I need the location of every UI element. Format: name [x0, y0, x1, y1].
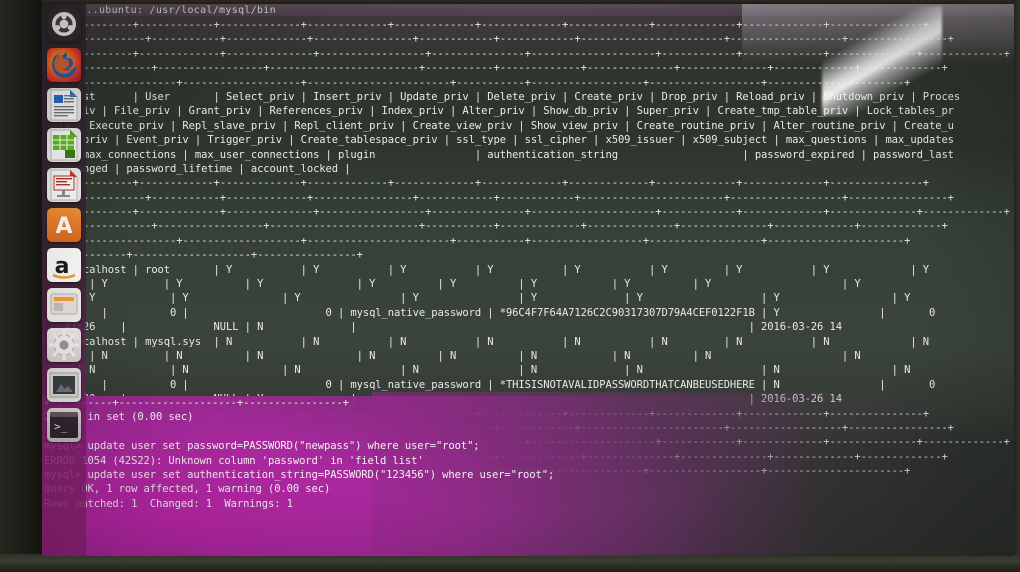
monitor-bezel-bottom — [0, 554, 1020, 572]
monitor-screen: ...ubuntu: /usr/local/mysql/bin +-------… — [42, 4, 1014, 556]
terminal-line: | 0 | 0 | mysql_native_password | *96C4F… — [58, 306, 936, 319]
terminal-line: +-------------+-----------+-------------… — [58, 191, 954, 204]
libreoffice-writer-icon[interactable] — [47, 88, 81, 122]
photograph-of-monitor: ...ubuntu: /usr/local/mysql/bin +-------… — [0, 0, 1020, 572]
firefox-icon[interactable] — [47, 48, 81, 82]
terminal-line: _changed | password_lifetime | account_l… — [58, 162, 351, 175]
terminal-line: | localhost | mysql.sys | N | N | N | N … — [58, 335, 930, 348]
terminal-line: +-----------+-------------+-------------… — [58, 436, 1010, 449]
terminal-line: | N | N | N | N | N | N | N | N | N — [58, 349, 861, 362]
terminal-line: +-----------+------------+-------------+… — [58, 407, 930, 420]
terminal-line: +--------------+-----------------+------… — [58, 450, 948, 463]
ubuntu-launcher[interactable]: A a >_ — [42, 4, 86, 556]
terminal-icon[interactable]: >_ — [47, 408, 81, 442]
ubuntu-software-icon[interactable]: A — [47, 208, 81, 242]
terminal-line: :47:26 | NULL | N | | 2016-03-26 14 — [58, 321, 842, 334]
terminal-line: +-----------+-------------+-------------… — [58, 206, 1010, 219]
terminal-output[interactable]: +-----------+------------+-------------+… — [56, 16, 1014, 556]
svg-text:>_: >_ — [54, 420, 68, 433]
terminal-line: | 0 | 0 | mysql_native_password | *THISI… — [58, 378, 936, 391]
ubuntu-dash-icon[interactable] — [47, 8, 81, 42]
terminal-line: ser_priv | Event_priv | Trigger_priv | C… — [58, 134, 954, 147]
svg-text:A: A — [55, 214, 72, 239]
terminal-line: +--------------+-----------------+------… — [58, 62, 948, 75]
terminal-line: | Host | User | Select_priv | Insert_pri… — [58, 90, 961, 103]
terminal-line: +-----------+------------+-------------+… — [58, 177, 930, 190]
monitor-bezel-left — [0, 0, 42, 572]
help-icon[interactable] — [47, 288, 81, 322]
terminal-line: | N | N | N | N | N | N | N | N — [58, 364, 911, 377]
terminal-line: +------------------+-------------------+… — [58, 465, 911, 478]
terminal-line: s_priv | File_priv | Grant_priv | Refere… — [58, 105, 954, 118]
terminal-line: iv | Execute_priv | Repl_slave_priv | Re… — [58, 119, 954, 132]
terminal-line: +--------------+-----------------+------… — [58, 220, 948, 233]
system-settings-icon[interactable] — [47, 328, 81, 362]
terminal-line: +------------------+-------------------+… — [58, 234, 911, 247]
terminal-line: +-----------+-------------+-------------… — [58, 47, 1010, 60]
libreoffice-impress-icon[interactable] — [47, 168, 81, 202]
amazon-icon[interactable]: a — [47, 248, 81, 282]
files-icon[interactable] — [47, 368, 81, 402]
terminal-line: +------------------+-------------------+… — [58, 76, 911, 89]
terminal-line: | max_connections | max_user_connections… — [58, 148, 954, 161]
terminal-line: +-------------+-----------+-------------… — [58, 421, 954, 434]
terminal-line: +-------------+-----------+-------------… — [58, 33, 954, 46]
terminal-line: +----------+-------------------+--------… — [58, 249, 363, 262]
libreoffice-calc-icon[interactable] — [47, 128, 81, 162]
terminal-line: | Y | Y | Y | Y | Y | Y | Y | Y — [58, 292, 911, 305]
terminal-line: | Y | Y | Y | Y | Y | Y | Y | Y | Y — [58, 278, 861, 291]
terminal-line: :47:30 | NULL | Y | | 2016-03-26 14 — [58, 393, 842, 406]
terminal-window[interactable]: ...ubuntu: /usr/local/mysql/bin +-------… — [56, 4, 1014, 556]
terminal-line: +-----------+------------+-------------+… — [58, 19, 930, 31]
terminal-line: | localhost | root | Y | Y | Y | Y | Y |… — [58, 263, 930, 276]
